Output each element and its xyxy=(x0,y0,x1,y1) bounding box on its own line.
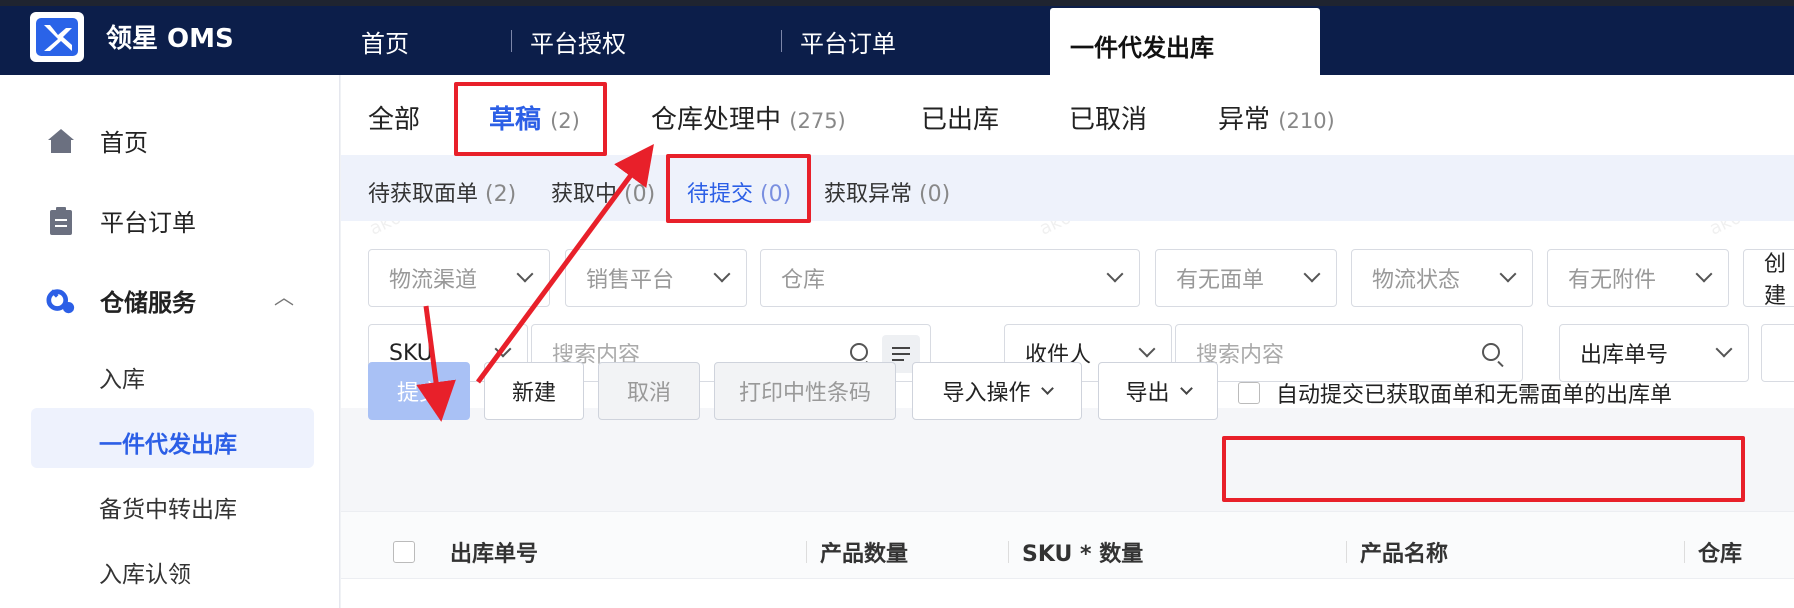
sidebar-item-home[interactable]: 首页 xyxy=(46,123,148,158)
tab-warehouse-processing[interactable]: 仓库处理中 (275) xyxy=(651,99,846,136)
top-navigation-bar: 领星 OMS 首页 平台授权 平台订单 一件代发出库 xyxy=(0,0,1794,75)
app-logo[interactable] xyxy=(30,12,84,62)
created-time-select[interactable]: 创建 xyxy=(1743,249,1794,309)
chevron-down-icon xyxy=(1715,340,1733,358)
select-all-checkbox[interactable] xyxy=(393,541,415,563)
column-separator xyxy=(1008,541,1009,563)
subtab-fetching[interactable]: 获取中 (0) xyxy=(551,176,655,208)
annotation-box-draft-tab xyxy=(454,82,607,156)
sidebar: 首页 平台订单 仓储服务 ︿ 入库 一件代发出库 备货中转出库 入库认领 xyxy=(0,75,340,608)
chevron-down-icon xyxy=(713,265,731,283)
column-header-warehouse[interactable]: 仓库 xyxy=(1698,536,1742,568)
chevron-down-icon xyxy=(1179,381,1193,395)
annotation-box-pending-submit xyxy=(666,154,811,223)
sidebar-item-warehouse-service[interactable]: 仓储服务 xyxy=(46,283,196,318)
chevron-down-icon xyxy=(1040,381,1054,395)
chevron-up-icon[interactable]: ︿ xyxy=(274,281,294,310)
search-icon[interactable] xyxy=(850,343,868,361)
nav-tab-dropship-outbound[interactable]: 一件代发出库 xyxy=(1050,8,1320,75)
column-separator xyxy=(806,541,807,563)
chevron-down-icon xyxy=(1499,265,1517,283)
has-attachment-select[interactable]: 有无附件 xyxy=(1547,249,1729,307)
sidebar-item-platform-orders[interactable]: 平台订单 xyxy=(46,203,196,238)
sidebar-item-label: 平台订单 xyxy=(100,209,196,237)
column-header-sku-qty[interactable]: SKU * 数量 xyxy=(1022,536,1143,568)
has-label-select[interactable]: 有无面单 xyxy=(1155,249,1337,307)
clipboard-icon xyxy=(46,206,76,236)
logistics-channel-select[interactable]: 物流渠道 xyxy=(368,249,550,307)
print-barcode-button[interactable]: 打印中性条码 xyxy=(714,362,896,420)
sales-platform-select[interactable]: 销售平台 xyxy=(565,249,747,307)
app-title: 领星 OMS xyxy=(106,24,234,54)
nav-separator xyxy=(781,30,782,52)
auto-submit-label: 自动提交已获取面单和无需面单的出库单 xyxy=(1276,383,1673,408)
create-button[interactable]: 新建 xyxy=(484,362,584,420)
sidebar-subitem-transfer-outbound[interactable]: 备货中转出库 xyxy=(99,490,237,524)
tab-shipped[interactable]: 已出库 xyxy=(921,99,999,136)
chevron-down-icon xyxy=(516,265,534,283)
column-header-order-number[interactable]: 出库单号 xyxy=(450,536,538,568)
nav-tab-platform-orders[interactable]: 平台订单 xyxy=(800,24,896,59)
sidebar-subitem-inbound[interactable]: 入库 xyxy=(99,360,145,394)
logo-icon xyxy=(36,18,78,56)
chevron-down-icon xyxy=(1695,265,1713,283)
column-separator xyxy=(1684,541,1685,563)
logistics-status-select[interactable]: 物流状态 xyxy=(1351,249,1533,307)
recipient-search-input[interactable]: 搜索内容 xyxy=(1175,324,1523,382)
search-icon[interactable] xyxy=(1482,343,1500,361)
column-header-product-qty[interactable]: 产品数量 xyxy=(820,536,908,568)
tab-exception[interactable]: 异常 (210) xyxy=(1218,99,1335,136)
subtab-fetch-error[interactable]: 获取异常 (0) xyxy=(824,176,950,208)
sidebar-subitem-dropship-outbound[interactable]: 一件代发出库 xyxy=(99,425,237,459)
nav-tab-platform-auth[interactable]: 平台授权 xyxy=(530,24,626,59)
chevron-down-icon xyxy=(1106,265,1124,283)
tab-cancelled[interactable]: 已取消 xyxy=(1069,99,1147,136)
cancel-button[interactable]: 取消 xyxy=(598,362,700,420)
column-separator xyxy=(1346,541,1347,563)
sidebar-item-label: 首页 xyxy=(100,129,148,157)
nav-separator xyxy=(511,30,512,52)
checkbox-icon[interactable] xyxy=(1238,382,1260,404)
home-icon xyxy=(46,126,76,156)
subtab-awaiting-label[interactable]: 待获取面单 (2) xyxy=(368,176,516,208)
sidebar-subitem-inbound-claim[interactable]: 入库认领 xyxy=(99,555,191,589)
chevron-down-icon xyxy=(494,340,512,358)
window-strip xyxy=(0,0,1794,6)
import-dropdown-button[interactable]: 导入操作 xyxy=(912,362,1082,420)
warehouse-service-icon xyxy=(46,286,76,316)
auto-submit-checkbox[interactable]: 自动提交已获取面单和无需面单的出库单 xyxy=(1238,377,1672,409)
chevron-down-icon xyxy=(1138,340,1156,358)
sidebar-item-label: 仓储服务 xyxy=(100,289,196,317)
export-dropdown-button[interactable]: 导出 xyxy=(1098,362,1218,420)
column-header-product-name[interactable]: 产品名称 xyxy=(1360,536,1448,568)
order-number-search-input[interactable] xyxy=(1761,324,1794,382)
nav-tab-home[interactable]: 首页 xyxy=(361,24,409,59)
tab-all[interactable]: 全部 xyxy=(368,99,420,136)
annotation-box-auto-submit xyxy=(1222,436,1745,502)
submit-button[interactable]: 提交 xyxy=(368,362,470,420)
warehouse-select[interactable]: 仓库 xyxy=(760,249,1140,307)
order-number-field-select[interactable]: 出库单号 xyxy=(1559,324,1749,382)
chevron-down-icon xyxy=(1303,265,1321,283)
